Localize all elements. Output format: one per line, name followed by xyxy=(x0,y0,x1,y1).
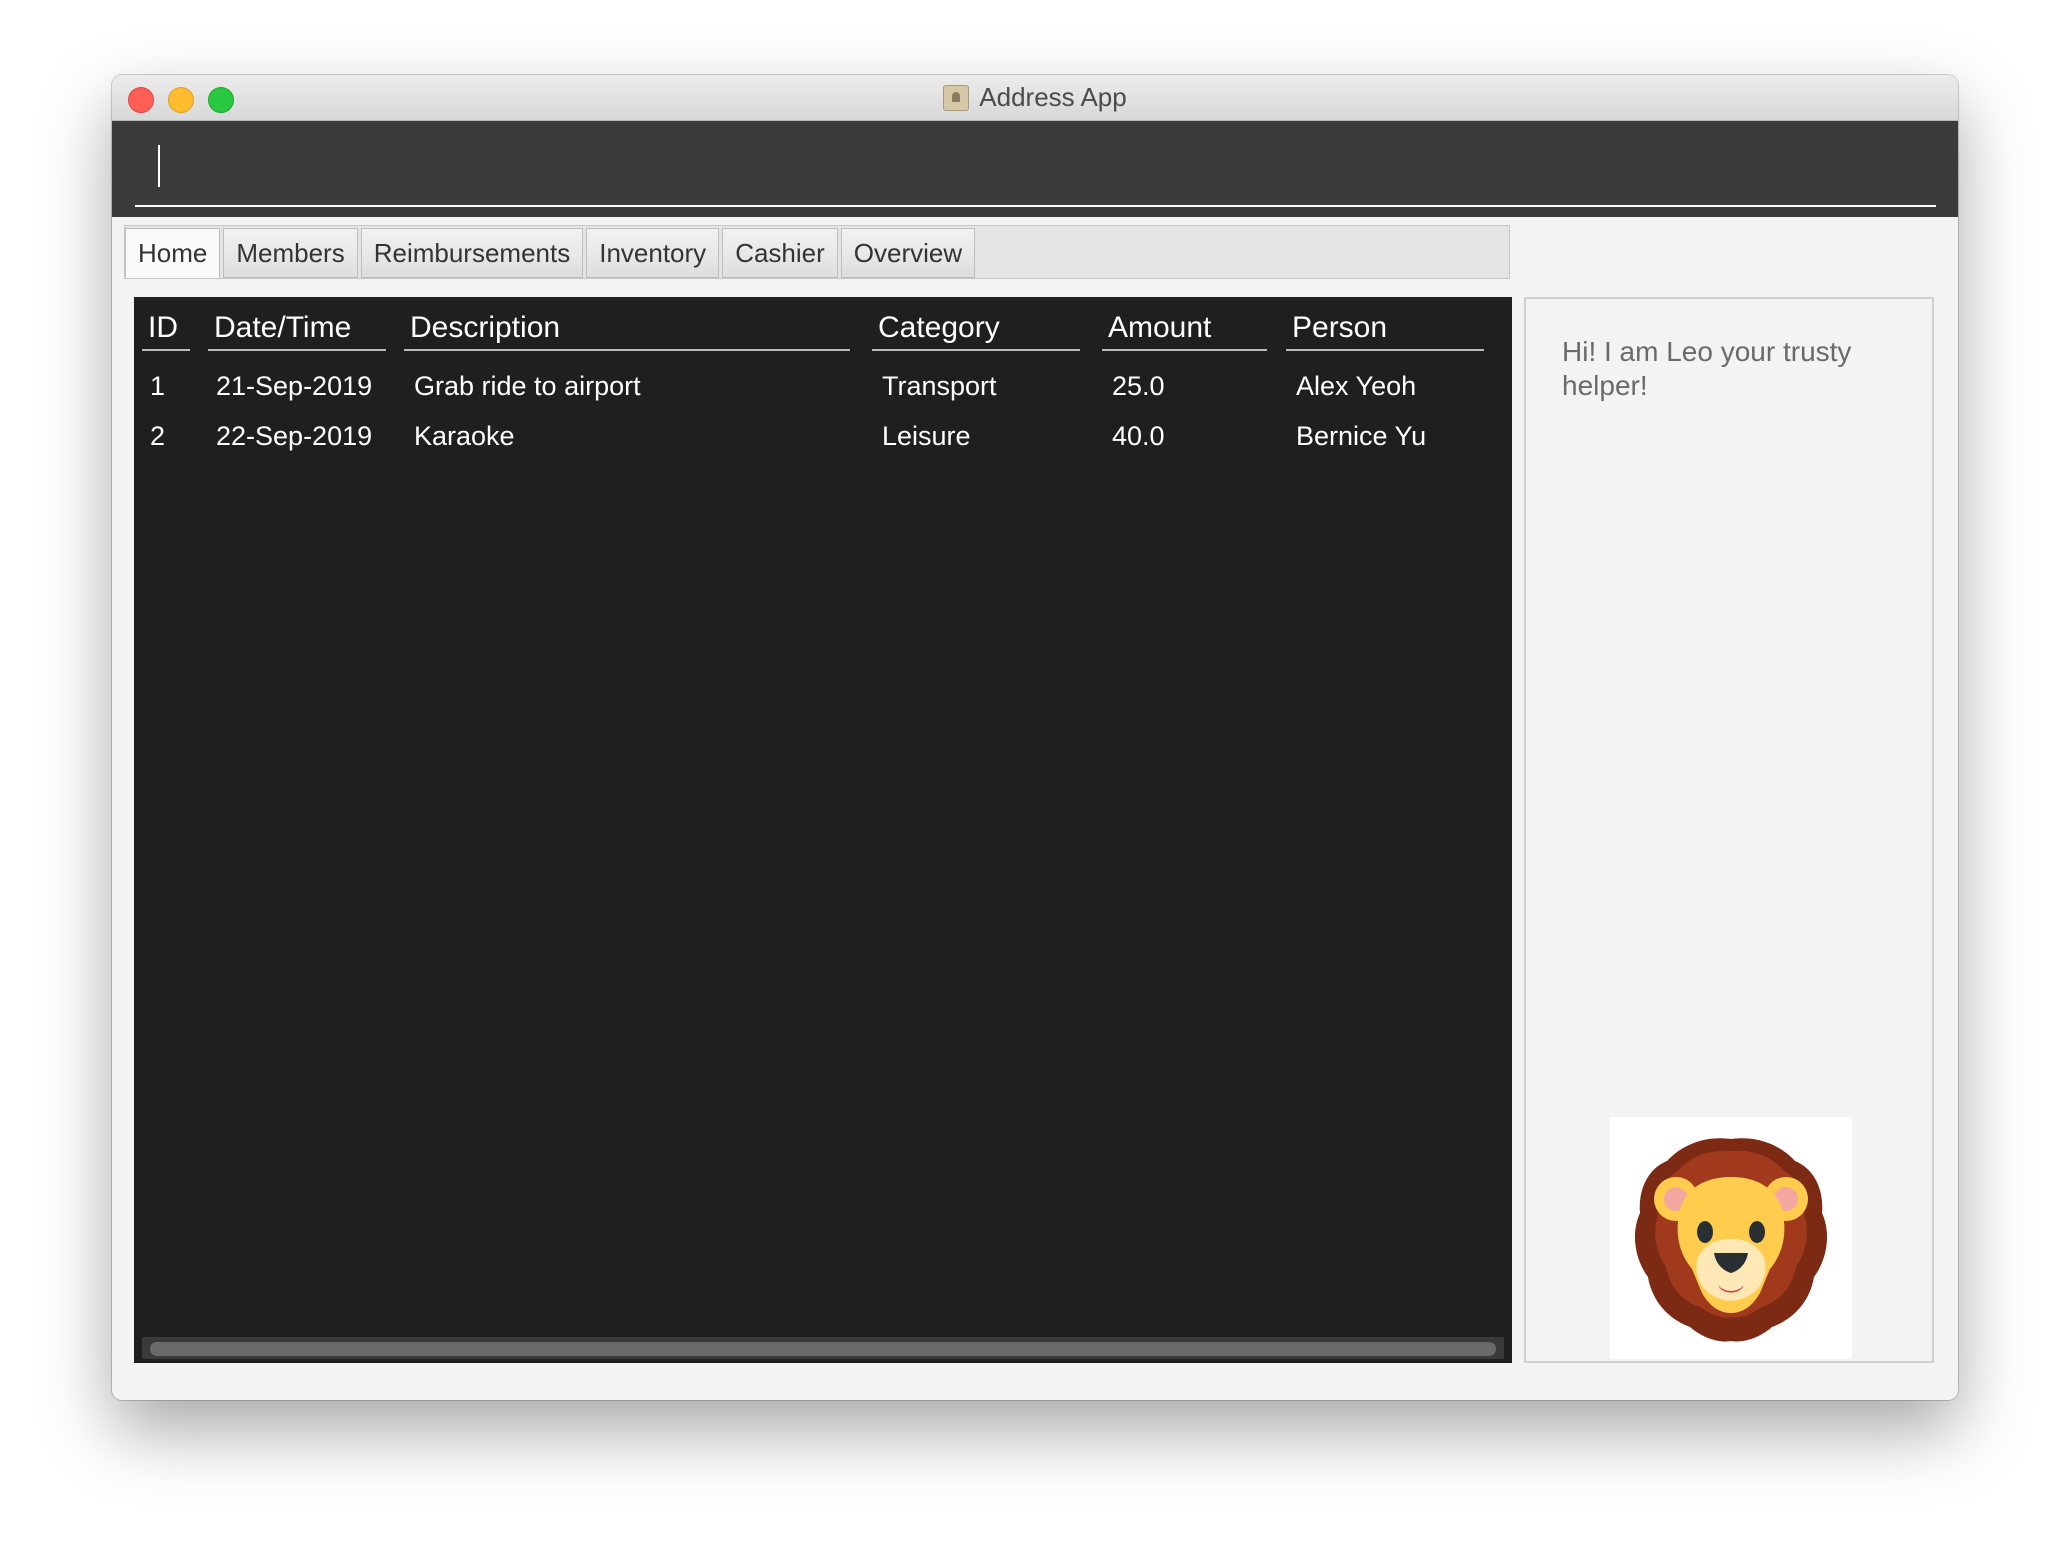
column-header-category[interactable]: Category xyxy=(872,311,1080,351)
cell-datetime: 21-Sep-2019 xyxy=(216,371,373,401)
tab-reimbursements[interactable]: Reimbursements xyxy=(360,228,584,278)
app-window: Address App Home Members Reimbursements … xyxy=(112,75,1958,1400)
helper-panel: Hi! I am Leo your trusty helper! xyxy=(1524,297,1934,1363)
tab-home[interactable]: Home xyxy=(125,228,221,278)
table-header: ID Date/Time Description Category Amount… xyxy=(134,311,1512,353)
scrollbar-thumb[interactable] xyxy=(150,1342,1496,1356)
cell-category: Transport xyxy=(882,371,997,401)
horizontal-scrollbar[interactable] xyxy=(142,1337,1504,1359)
lion-icon xyxy=(1610,1117,1852,1359)
lion-avatar-graphic xyxy=(1634,1138,1828,1342)
window-title-group: Address App xyxy=(112,75,1958,120)
window-title: Address App xyxy=(979,82,1127,112)
title-bar: Address App xyxy=(112,75,1958,121)
tab-cashier[interactable]: Cashier xyxy=(722,228,838,278)
column-header-person[interactable]: Person xyxy=(1286,311,1484,351)
column-header-id[interactable]: ID xyxy=(142,311,190,351)
cell-amount: 25.0 xyxy=(1112,371,1165,401)
command-bar xyxy=(112,121,1958,217)
transactions-table: ID Date/Time Description Category Amount… xyxy=(134,297,1512,1363)
address-book-icon xyxy=(943,84,970,111)
column-header-datetime[interactable]: Date/Time xyxy=(208,311,386,351)
cell-person: Bernice Yu xyxy=(1296,421,1427,451)
column-header-amount[interactable]: Amount xyxy=(1102,311,1267,351)
tab-bar: Home Members Reimbursements Inventory Ca… xyxy=(124,225,1510,279)
cell-id: 2 xyxy=(150,421,166,451)
tab-members[interactable]: Members xyxy=(223,228,358,278)
cell-person: Alex Yeoh xyxy=(1296,371,1417,401)
table-row[interactable]: 2 22-Sep-2019 Karaoke Leisure 40.0 Berni… xyxy=(134,411,1512,461)
column-header-description[interactable]: Description xyxy=(404,311,850,351)
cell-amount: 40.0 xyxy=(1112,421,1165,451)
cell-description: Grab ride to airport xyxy=(414,371,641,401)
table-row[interactable]: 1 21-Sep-2019 Grab ride to airport Trans… xyxy=(134,361,1512,411)
text-caret xyxy=(158,145,160,187)
cell-description: Karaoke xyxy=(414,421,515,451)
tab-overview[interactable]: Overview xyxy=(840,228,976,278)
cell-datetime: 22-Sep-2019 xyxy=(216,421,373,451)
tab-inventory[interactable]: Inventory xyxy=(586,228,720,278)
cell-category: Leisure xyxy=(882,421,971,451)
helper-message: Hi! I am Leo your trusty helper! xyxy=(1562,336,1852,401)
command-input[interactable] xyxy=(135,121,1936,207)
cell-id: 1 xyxy=(150,371,166,401)
